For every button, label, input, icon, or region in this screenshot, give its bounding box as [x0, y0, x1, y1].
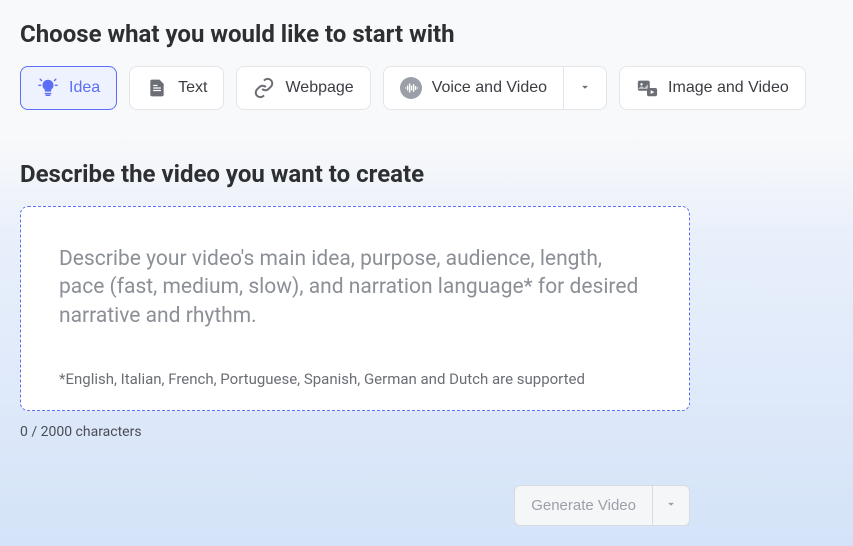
image-video-icon [636, 77, 658, 99]
bottom-actions: Generate Video [514, 485, 690, 526]
video-description-input[interactable]: Describe your video's main idea, purpose… [20, 206, 690, 411]
tab-webpage[interactable]: Webpage [236, 66, 370, 110]
chevron-down-icon [578, 80, 592, 97]
tab-idea-label: Idea [69, 79, 100, 97]
chevron-down-icon [664, 497, 678, 514]
lightbulb-icon [37, 77, 59, 99]
tab-voice-video[interactable]: Voice and Video [383, 66, 563, 110]
start-with-tabs: Idea Text Webpage Voice and Video [20, 66, 833, 110]
tab-image-video-label: Image and Video [668, 79, 789, 97]
generate-video-button[interactable]: Generate Video [514, 485, 652, 526]
voice-video-dropdown[interactable] [563, 66, 607, 110]
tab-webpage-label: Webpage [285, 79, 353, 97]
link-icon [253, 77, 275, 99]
tab-idea[interactable]: Idea [20, 66, 117, 110]
generate-dropdown[interactable] [652, 485, 690, 526]
character-count: 0 / 2000 characters [20, 424, 833, 440]
description-placeholder: Describe your video's main idea, purpose… [59, 245, 651, 330]
describe-title: Describe the video you want to create [20, 160, 833, 188]
document-icon [146, 77, 168, 99]
tab-image-video[interactable]: Image and Video [619, 66, 806, 110]
tab-text[interactable]: Text [129, 66, 224, 110]
tab-voice-video-label: Voice and Video [432, 79, 547, 97]
page-title: Choose what you would like to start with [20, 20, 833, 48]
tab-voice-video-group: Voice and Video [383, 66, 607, 110]
description-note: *English, Italian, French, Portuguese, S… [59, 370, 651, 388]
tab-text-label: Text [178, 79, 207, 97]
audio-wave-icon [400, 77, 422, 99]
